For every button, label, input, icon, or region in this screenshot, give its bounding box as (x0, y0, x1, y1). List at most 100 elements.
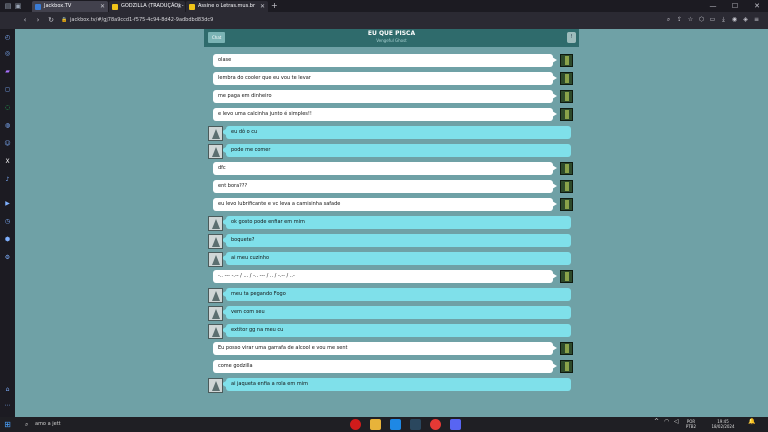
incoming-message: boquete? (15, 234, 768, 249)
forward-arrow-icon[interactable]: › (33, 15, 43, 25)
close-tab-icon[interactable]: ✕ (260, 1, 265, 12)
message-bubble: e levo uma calcinha junto é simples!! (213, 108, 553, 121)
bubble-tail (552, 273, 557, 279)
reload-icon[interactable]: ↻ (46, 15, 56, 25)
aria-icon[interactable]: ◎ (3, 49, 12, 58)
tab-list-icon[interactable]: ▣ (14, 2, 22, 10)
star-icon[interactable]: ☆ (686, 15, 695, 25)
discord-app-icon[interactable] (450, 419, 461, 430)
discord-icon[interactable]: ☺ (3, 139, 12, 148)
ghost-avatar (208, 378, 223, 393)
file-explorer-icon[interactable] (370, 419, 381, 430)
bubble-tail (552, 363, 557, 369)
language-indicator[interactable]: POR PTB2 (682, 419, 700, 429)
messenger-icon[interactable]: ◍ (3, 121, 12, 130)
new-tab-button[interactable]: + (271, 0, 278, 11)
twitch-icon[interactable]: ▰ (3, 67, 12, 76)
tab-letras[interactable]: Assine o Letras.mus.br ✕ (186, 1, 268, 12)
tiktok-icon[interactable]: ♪ (3, 175, 12, 184)
zoom-icon[interactable]: ⌕ (664, 15, 673, 25)
whatsapp-icon[interactable]: ◌ (3, 103, 12, 112)
minimize-button[interactable]: — (702, 0, 724, 12)
close-window-button[interactable]: ✕ (746, 0, 768, 12)
volume-icon[interactable]: ◁ (674, 419, 679, 425)
browser-nav-bar: ‹ › ↻ 🔒 jackbox.tv/#/gj78a9ccd1-f575-4c9… (0, 12, 768, 29)
tray-chevron-icon[interactable]: ^ (654, 419, 659, 425)
extensions-icon[interactable]: ⬡ (697, 15, 706, 25)
share-icon[interactable]: ⇪ (675, 15, 684, 25)
ghost-avatar (208, 324, 223, 339)
bubble-tail (552, 183, 557, 189)
clock[interactable]: 19:45 18/02/2024 (703, 419, 743, 429)
taskbar-search-box[interactable]: ⌕ amo a jett (25, 420, 135, 429)
more-icon[interactable]: ⋯ (3, 401, 12, 410)
maximize-button[interactable]: ☐ (724, 0, 746, 12)
message-bubble: ent bora??? (213, 180, 553, 193)
incoming-message: extitor gg na meu cu (15, 324, 768, 339)
lyrics-favicon-icon (189, 4, 195, 10)
ghost-avatar (208, 288, 223, 303)
search-icon: ⌕ (25, 421, 29, 428)
tab-label: Assine o Letras.mus.br (198, 3, 256, 9)
sidebar-panel-icon[interactable]: ⌂ (3, 385, 12, 394)
chat-header: Chat EU QUE PISCA Vengeful Ghost ! (204, 29, 579, 47)
tab-godzilla[interactable]: GODZILLA (TRADUÇÃO) - ✕ (109, 1, 185, 12)
back-arrow-icon[interactable]: ‹ (20, 15, 30, 25)
incoming-message: ai jaqueta enfia a rola em mim (15, 378, 768, 393)
message-bubble: eu levo lubrificante e vc leva a camisin… (213, 198, 553, 211)
browser-tab-bar: ▤ ▣ Jackbox.TV ✕ GODZILLA (TRADUÇÃO) - ✕… (0, 0, 768, 12)
incoming-message: vem com seu (15, 306, 768, 321)
jackbox-favicon-icon (35, 4, 41, 10)
instagram-icon[interactable]: ◻ (3, 85, 12, 94)
my-avatar (560, 108, 573, 121)
chrome-icon[interactable] (430, 419, 441, 430)
outgoing-message: dfc (15, 162, 768, 175)
lyrics-favicon-icon (112, 4, 118, 10)
my-avatar (560, 54, 573, 67)
opera-gx-app-icon[interactable] (350, 419, 361, 430)
wallet-icon[interactable]: ▭ (708, 15, 717, 25)
message-bubble: -.. --- -.-- / ... / -.. --- / .. / -.--… (213, 270, 553, 283)
chat-subtitle: Vengeful Ghost (376, 38, 407, 43)
download-icon[interactable]: ⤓ (719, 15, 728, 25)
outgoing-message: me paga em dinheiro (15, 90, 768, 103)
vpn-icon[interactable]: ◈ (741, 15, 750, 25)
notifications-icon[interactable]: 🔔 (748, 419, 755, 425)
box-icon[interactable]: ⬢ (3, 235, 12, 244)
history-icon[interactable]: ◷ (3, 217, 12, 226)
tab-jackbox[interactable]: Jackbox.TV ✕ (32, 1, 108, 12)
x-icon[interactable]: X (3, 157, 12, 166)
player-icon[interactable]: ▶ (3, 199, 12, 208)
lock-icon: 🔒 (61, 17, 68, 23)
incoming-message: meu ta pegando Fogo (15, 288, 768, 303)
windows-taskbar: ⊞ ⌕ amo a jett ^ ◠ ◁ POR PTB2 19:45 18/0… (0, 417, 768, 432)
message-bubble: extitor gg na meu cu (226, 324, 571, 337)
address-bar[interactable]: 🔒 jackbox.tv/#/gj78a9ccd1-f575-4c94-8d42… (60, 15, 648, 26)
speed-dial-icon[interactable]: ◴ (3, 33, 12, 42)
system-tray: ^ ◠ ◁ POR PTB2 19:45 18/02/2024 🔔 (648, 417, 768, 432)
settings-gear-icon[interactable]: ⚙ (3, 253, 12, 262)
my-avatar (560, 198, 573, 211)
info-button[interactable]: ! (567, 32, 576, 43)
ghost-avatar (208, 306, 223, 321)
incoming-message: pode me comer (15, 144, 768, 159)
wifi-icon[interactable]: ◠ (664, 419, 669, 425)
vscode-icon[interactable] (390, 419, 401, 430)
windows-start-icon[interactable]: ⊞ (3, 420, 12, 429)
my-avatar (560, 180, 573, 193)
tab-label: Jackbox.TV (44, 3, 72, 9)
bubble-tail (552, 201, 557, 207)
close-tab-icon[interactable]: ✕ (100, 1, 105, 12)
menu-icon[interactable]: ≡ (752, 15, 761, 25)
message-bubble: dfc (213, 162, 553, 175)
close-tab-icon[interactable]: ✕ (177, 1, 182, 12)
chat-title: EU QUE PISCA (367, 30, 416, 37)
ghost-avatar (208, 234, 223, 249)
browser-menu-icon[interactable]: ▤ (4, 2, 12, 10)
message-bubble: ok gosto pode enfiar em mim (226, 216, 571, 229)
bubble-tail (552, 165, 557, 171)
my-avatar (560, 342, 573, 355)
steam-icon[interactable] (410, 419, 421, 430)
incoming-message: ai meu cuzinho (15, 252, 768, 267)
profile-icon[interactable]: ◉ (730, 15, 739, 25)
